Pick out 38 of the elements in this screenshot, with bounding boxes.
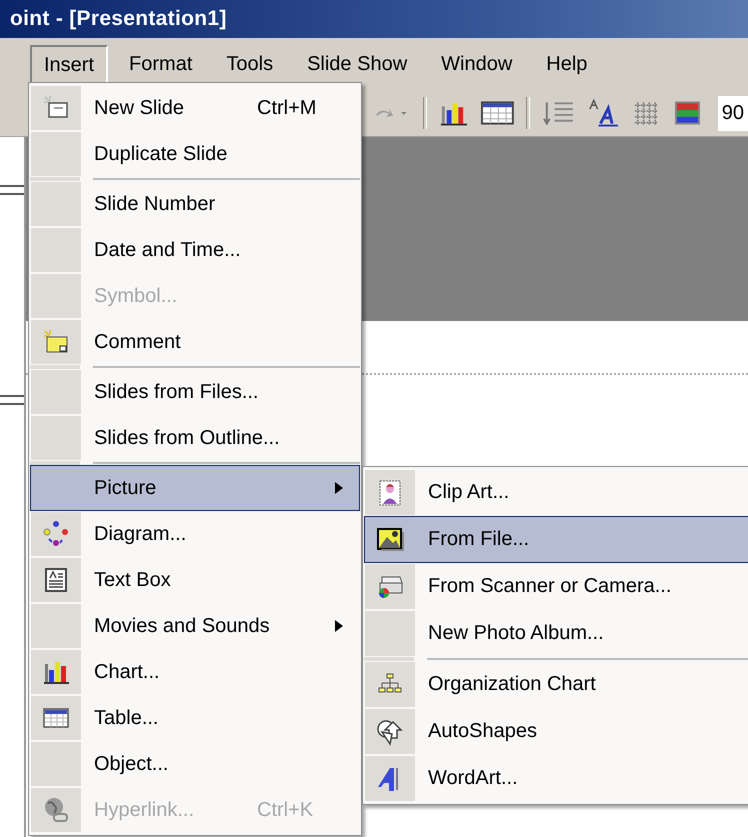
menu-item[interactable]: Object... <box>30 741 360 787</box>
menu-item[interactable]: Slide Number <box>30 181 360 227</box>
globe-icon <box>42 796 70 824</box>
menu-item[interactable]: AutoShapes <box>364 708 748 755</box>
menu-bar-item[interactable]: Insert <box>30 44 108 84</box>
menu-bar-item[interactable]: Tools <box>213 44 286 84</box>
menu-bar-item[interactable]: Help <box>533 44 600 84</box>
menu-item[interactable]: New Slide Ctrl+M <box>30 85 360 131</box>
menu-item[interactable]: Slides from Outline... <box>30 415 360 461</box>
menu-bar-item[interactable]: Window <box>428 44 526 84</box>
menu-item[interactable]: Duplicate Slide <box>30 131 360 177</box>
table-icon[interactable] <box>481 100 514 126</box>
text-box-icon <box>42 566 70 594</box>
autoshapes-icon <box>376 718 404 746</box>
submenu-arrow-icon <box>335 482 343 494</box>
diagram-icon <box>42 520 70 548</box>
menu-item[interactable]: Clip Art... <box>364 469 748 516</box>
picture-icon <box>376 526 404 554</box>
window-title: oint - [Presentation1] <box>10 7 227 31</box>
menu-item[interactable]: Chart... <box>30 649 360 695</box>
menu-item[interactable]: Picture <box>30 465 360 511</box>
menu-item[interactable]: Table... <box>30 695 360 741</box>
menu-item[interactable]: Diagram... <box>30 511 360 557</box>
menu-item[interactable]: Organization Chart <box>364 661 748 708</box>
menu-item[interactable]: From Scanner or Camera... <box>364 563 748 610</box>
menu-item[interactable]: Date and Time... <box>30 227 360 273</box>
text-direction-icon[interactable] <box>587 98 620 128</box>
submenu-arrow-icon <box>335 620 343 632</box>
menu-item[interactable]: Text Box <box>30 557 360 603</box>
menu-bar-item[interactable]: Format <box>116 44 206 84</box>
menu-item[interactable]: Comment <box>30 319 360 365</box>
menu-item[interactable]: Slides from Files... <box>30 369 360 415</box>
menu-item[interactable]: New Photo Album... <box>364 610 748 657</box>
zoom-field[interactable]: 90 <box>718 96 748 130</box>
menu-item[interactable]: Movies and Sounds <box>30 603 360 649</box>
menu-item[interactable]: WordArt... <box>364 755 748 802</box>
menu-item[interactable]: From File... <box>364 516 748 563</box>
menu-bar-item[interactable]: Slide Show <box>294 44 420 84</box>
